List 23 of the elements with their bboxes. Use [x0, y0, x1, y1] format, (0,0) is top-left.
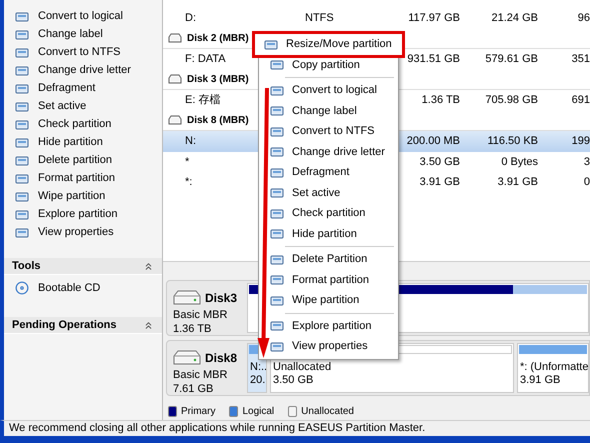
table-cell-text: 579.61 GB [484, 52, 538, 67]
table-cell-text: 691 [570, 93, 590, 108]
table-cell-text: 3 [582, 154, 590, 170]
table-cell-text: 705.98 GB [484, 93, 538, 108]
table-cell-text: 3.91 GB [418, 175, 460, 190]
table-cell: 116.50 KB [460, 131, 538, 152]
table-cell-text: 3.50 GB [418, 154, 460, 170]
table-cell-text: 1.36 TB [420, 93, 460, 108]
table-cell-text: 0 [582, 175, 590, 190]
table-cell: 199 [538, 131, 590, 152]
table-cell-text: 96 [576, 11, 590, 26]
table-cell-text: 3.91 GB [496, 175, 538, 190]
legend-label: Logical [242, 405, 274, 419]
table-cell-text: 351 [570, 52, 590, 67]
table-cell-text: 21.24 GB [490, 11, 538, 26]
table-cell-text: 0 Bytes [500, 154, 538, 170]
table-cell-text: 117.97 GB [407, 11, 460, 26]
legend-label: Primary [181, 405, 216, 419]
table-cell-text: NTFS [304, 11, 335, 26]
table-cell: 200.00 MB [398, 131, 460, 152]
status-bar: We recommend closing all other applications while running EASEUS Partition Master. [0, 420, 590, 436]
table-cell-text: 931.51 GB [406, 52, 460, 67]
legend-label: Unallocated [301, 405, 354, 419]
